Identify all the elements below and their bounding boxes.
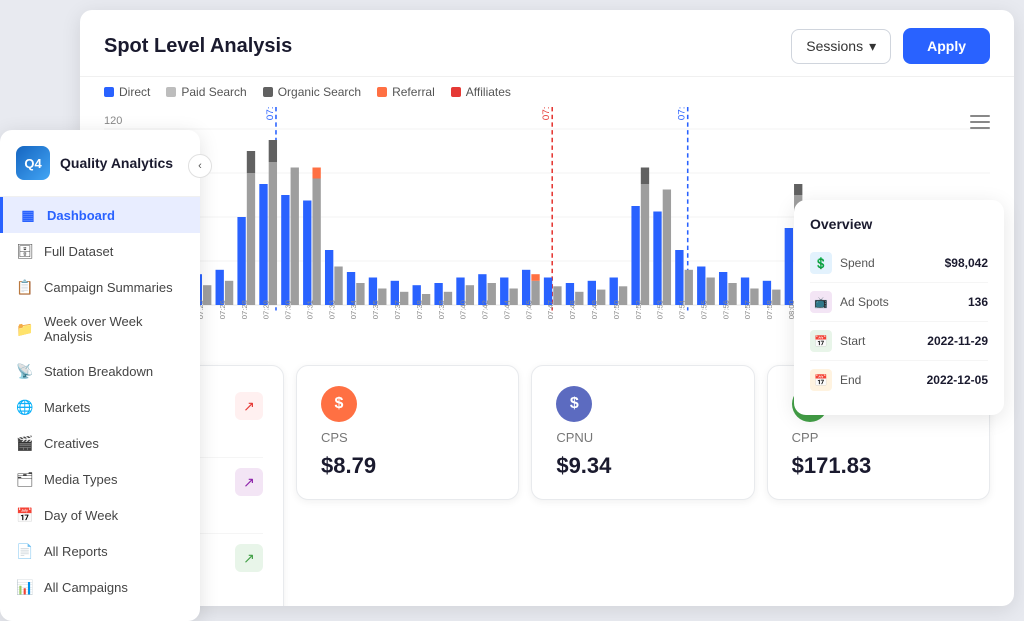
sidebar-item-creatives[interactable]: 🎬 Creatives [0,425,200,461]
all-reports-icon: 📄 [16,542,34,560]
legend-dot-paid [166,87,176,97]
sessions-dropdown[interactable]: Sessions ▾ [791,29,891,64]
svg-text:07:28: 07:28 [240,300,249,319]
new-users-icon: ↗ [235,468,263,496]
purchases-icon: ↗ [235,544,263,572]
svg-text:07:33: 07:33 [328,300,337,319]
svg-text:07:47: 07:47 [546,300,555,319]
svg-text:07:49: 07:49 [590,300,599,319]
legend-dot-organic [263,87,273,97]
svg-text:07:48: 07:48 [568,300,577,319]
campaign-summaries-icon: 📋 [16,278,34,296]
overview-row-adspots: 📺 Ad Spots 136 [810,283,988,322]
svg-text:07:42: 07:42 [481,300,490,319]
legend-dot-referral [377,87,387,97]
y-axis-label: 120 [104,115,122,127]
svg-text:07:39: 07:39 [437,300,446,319]
full-dataset-icon: 🗄 [16,242,34,260]
sidebar-item-day-of-week[interactable]: 📅 Day of Week [0,497,200,533]
start-icon: 📅 [810,330,832,352]
all-campaigns-icon: 📊 [16,578,34,596]
svg-text:07:54: 07:54 [678,300,687,319]
svg-text:07:38: 07:38 [415,300,424,319]
overview-row-spend: 💲 Spend $98,042 [810,244,988,283]
svg-text:07:28: 07:28 [265,107,276,120]
sessions-icon: ↗ [235,392,263,420]
svg-text:07:29: 07:29 [262,300,271,319]
sidebar-item-station-breakdown[interactable]: 📡 Station Breakdown [0,353,200,389]
station-breakdown-icon: 📡 [16,362,34,380]
svg-text:07:52: 07:52 [634,300,643,319]
svg-text:07:47: 07:47 [541,107,552,120]
apply-button[interactable]: Apply [903,28,990,64]
svg-text:07:30: 07:30 [284,300,293,319]
svg-text:07:57: 07:57 [743,300,752,319]
markets-icon: 🌐 [16,398,34,416]
svg-text:07:56: 07:56 [722,300,731,319]
sidebar-logo: Q4 Quality Analytics ‹ [0,146,200,197]
sidebar-item-media-types[interactable]: 🗂 Media Types [0,461,200,497]
media-types-icon: 🗂 [16,470,34,488]
header-controls: Sessions ▾ Apply [791,28,990,64]
chart-menu-icon[interactable] [970,115,990,129]
svg-text:07:45: 07:45 [525,300,534,319]
day-of-week-icon: 📅 [16,506,34,524]
svg-text:07:53: 07:53 [656,300,665,319]
week-over-week-icon: 📁 [16,320,34,338]
cpnu-icon: $ [556,386,592,422]
svg-text:07:44: 07:44 [503,300,512,319]
sidebar-item-markets[interactable]: 🌐 Markets [0,389,200,425]
svg-text:07:54: 07:54 [677,107,688,120]
overview-card: Overview 💲 Spend $98,042 📺 Ad Spots 136 … [794,200,1004,415]
legend-direct: Direct [104,85,150,99]
legend-affiliates: Affiliates [451,85,511,99]
svg-text:07:31: 07:31 [306,300,315,319]
overview-row-start: 📅 Start 2022-11-29 [810,322,988,361]
svg-text:07:40: 07:40 [459,300,468,319]
page-header: Spot Level Analysis Sessions ▾ Apply [80,10,1014,77]
legend-organic: Organic Search [263,85,361,99]
svg-text:07:55: 07:55 [700,300,709,319]
svg-text:07:26: 07:26 [218,300,227,319]
logo-icon: Q4 [16,146,50,180]
svg-text:07:37: 07:37 [393,300,402,319]
logo-text: Quality Analytics [60,155,173,171]
spend-icon: 💲 [810,252,832,274]
svg-text:07:34: 07:34 [349,300,358,319]
cps-icon: $ [321,386,357,422]
legend-referral: Referral [377,85,435,99]
cpnu-card: $ CPNU $9.34 [531,365,754,500]
sidebar-item-campaign-summaries[interactable]: 📋 Campaign Summaries [0,269,200,305]
sidebar-item-full-dataset[interactable]: 🗄 Full Dataset [0,233,200,269]
legend-dot-affiliates [451,87,461,97]
svg-text:07:58: 07:58 [765,300,774,319]
page-title: Spot Level Analysis [104,35,292,58]
legend-dot-direct [104,87,114,97]
overview-row-end: 📅 End 2022-12-05 [810,361,988,399]
ad-spots-icon: 📺 [810,291,832,313]
end-icon: 📅 [810,369,832,391]
chart-legend: Direct Paid Search Organic Search Referr… [80,77,1014,107]
svg-text:07:50: 07:50 [612,300,621,319]
dashboard-icon: ▦ [19,206,37,224]
sidebar-item-all-campaigns[interactable]: 📊 All Campaigns [0,569,200,605]
chevron-down-icon: ▾ [869,38,876,55]
sidebar-item-all-reports[interactable]: 📄 All Reports [0,533,200,569]
overview-title: Overview [810,216,988,232]
sidebar-item-dashboard[interactable]: ▦ Dashboard [0,197,200,233]
cps-card: $ CPS $8.79 [296,365,519,500]
legend-paid-search: Paid Search [166,85,246,99]
sidebar-collapse-button[interactable]: ‹ [188,154,212,178]
creatives-icon: 🎬 [16,434,34,452]
sidebar-item-week-over-week[interactable]: 📁 Week over Week Analysis [0,305,200,353]
sidebar: Q4 Quality Analytics ‹ ▦ Dashboard 🗄 Ful… [0,130,200,621]
svg-text:07:35: 07:35 [371,300,380,319]
